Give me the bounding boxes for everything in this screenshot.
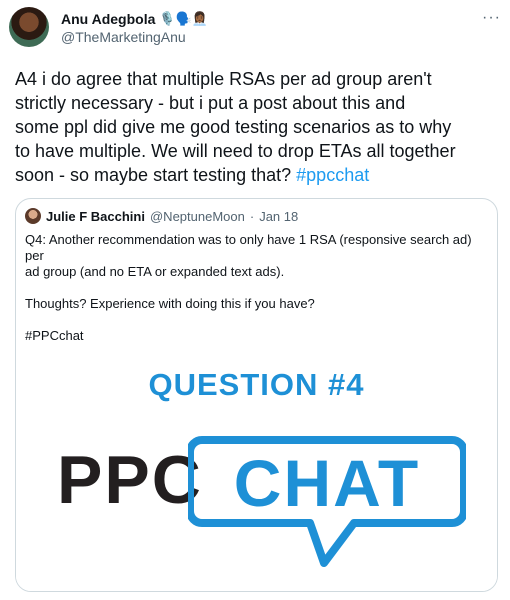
image-title: QUESTION #4 bbox=[148, 367, 365, 402]
quoted-author-avatar[interactable] bbox=[25, 208, 41, 224]
chat-logo-text: CHAT bbox=[234, 446, 420, 520]
quoted-tweet-date[interactable]: Jan 18 bbox=[259, 209, 298, 224]
separator-dot: · bbox=[249, 208, 255, 224]
tweet-line: strictly necessary - but i put a post ab… bbox=[15, 93, 406, 113]
more-options-icon[interactable]: ··· bbox=[482, 9, 501, 27]
quoted-tweet-image[interactable]: QUESTION #4 PPC CHAT bbox=[16, 349, 497, 591]
tweet-line: to have multiple. We will need to drop E… bbox=[15, 141, 456, 161]
author-name-row: Anu Adegbola 🎙️🗣️👩🏾‍💼 bbox=[61, 11, 208, 27]
tweet-line: some ppl did give me good testing scenar… bbox=[15, 117, 452, 137]
quoted-author-handle[interactable]: @NeptuneMoon bbox=[150, 209, 245, 224]
hashtag-link[interactable]: #ppcchat bbox=[296, 165, 369, 185]
tweet-line: A4 i do agree that multiple RSAs per ad … bbox=[15, 69, 432, 89]
tweet-line-text: soon - so maybe start testing that? bbox=[15, 165, 297, 185]
author-name[interactable]: Anu Adegbola bbox=[61, 11, 155, 27]
tweet-text: A4 i do agree that multiple RSAs per ad … bbox=[15, 67, 500, 187]
author-handle[interactable]: @TheMarketingAnu bbox=[61, 29, 186, 45]
quoted-tweet[interactable]: Julie F Bacchini @NeptuneMoon · Jan 18 Q… bbox=[15, 198, 498, 592]
quoted-tweet-header: Julie F Bacchini @NeptuneMoon · Jan 18 bbox=[25, 208, 298, 224]
tweet-line: soon - so maybe start testing that? #ppc… bbox=[15, 163, 500, 187]
ppc-logo-text: PPC bbox=[57, 442, 203, 518]
author-avatar[interactable] bbox=[9, 7, 49, 47]
chat-speech-bubble-icon: CHAT bbox=[188, 436, 466, 567]
name-emojis: 🎙️🗣️👩🏾‍💼 bbox=[159, 11, 208, 26]
quoted-author-name[interactable]: Julie F Bacchini bbox=[46, 209, 145, 224]
quoted-tweet-text: Q4: Another recommendation was to only h… bbox=[25, 232, 472, 343]
